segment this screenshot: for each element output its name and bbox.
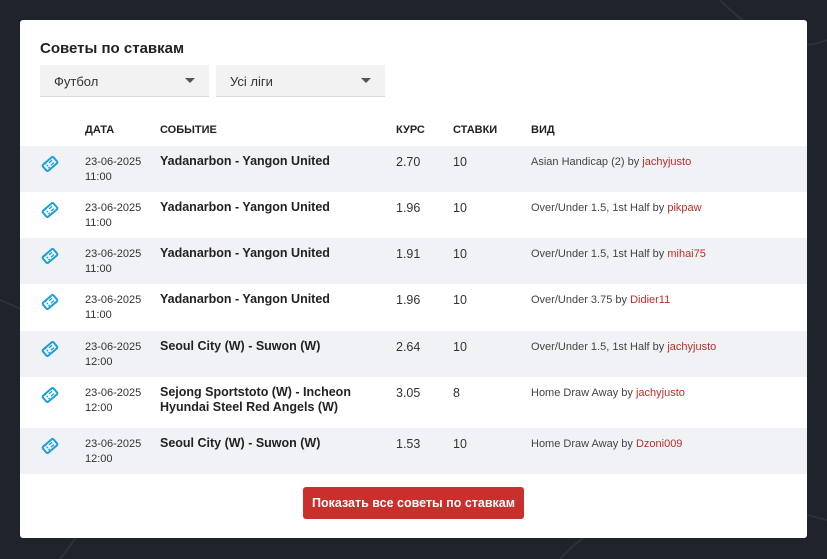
row-date: 23-06-2025 (85, 438, 142, 450)
betting-tips-widget: Советы по ставкам Футбол Усі ліги ДАТА С… (20, 20, 807, 538)
ticket-icon (40, 154, 60, 174)
ticket-icon (40, 339, 60, 359)
row-tip-text: Over/Under 1.5, 1st Half by (531, 341, 665, 353)
row-date: 23-06-2025 (85, 341, 142, 353)
table-row[interactable]: 23-06-2025 11:00 Yadanarbon - Yangon Unite… (20, 192, 807, 238)
row-bets: 10 (453, 247, 467, 261)
row-date: 23-06-2025 (85, 294, 142, 306)
row-datetime: 23-06-2025 12:00 (85, 437, 141, 467)
league-select[interactable]: Усі ліги (216, 65, 385, 97)
row-tip-text: Asian Handicap (2) by (531, 156, 640, 168)
row-tipster-link[interactable]: Didier11 (630, 294, 670, 306)
tips-table: 23-06-2025 11:00 Yadanarbon - Yangon Unite… (20, 146, 807, 474)
league-select-value: Усі ліги (230, 74, 273, 89)
row-tip-text: Home Draw Away by (531, 438, 633, 450)
row-tip-text: Over/Under 1.5, 1st Half by (531, 248, 665, 260)
row-tipster-link[interactable]: jachyjusto (642, 156, 691, 168)
row-tip: Over/Under 1.5, 1st Half by pikpaw (531, 202, 702, 214)
sport-select-value: Футбол (54, 74, 99, 89)
row-date: 23-06-2025 (85, 248, 142, 260)
row-datetime: 23-06-2025 11:00 (85, 293, 141, 323)
show-all-tips-button[interactable]: Показать все советы по ставкам (303, 487, 524, 519)
column-kind: ВИД (531, 124, 555, 136)
row-datetime: 23-06-2025 12:00 (85, 340, 141, 370)
row-bets: 10 (453, 340, 467, 354)
row-odds: 1.91 (396, 247, 421, 261)
column-bets: СТАВКИ (453, 124, 498, 136)
row-odds: 2.70 (396, 155, 421, 169)
row-tip: Home Draw Away by jachyjusto (531, 387, 685, 399)
table-header: ДАТА СОБЫТИЕ КУРС СТАВКИ ВИД (20, 124, 807, 144)
row-time: 11:00 (85, 217, 112, 229)
row-time: 12:00 (85, 402, 113, 414)
ticket-icon (40, 292, 60, 312)
column-date: ДАТА (85, 124, 115, 136)
row-tip: Over/Under 1.5, 1st Half by jachyjusto (531, 341, 716, 353)
row-time: 12:00 (85, 356, 113, 368)
ticket-icon (40, 200, 60, 220)
row-tip: Over/Under 1.5, 1st Half by mihai75 (531, 248, 706, 260)
row-bets: 10 (453, 293, 467, 307)
ticket-icon (40, 385, 60, 405)
row-tip-text: Over/Under 3.75 by (531, 294, 627, 306)
row-event[interactable]: Yadanarbon - Yangon United (160, 292, 380, 307)
row-odds: 2.64 (396, 340, 421, 354)
row-tipster-link[interactable]: jachyjusto (667, 341, 716, 353)
sport-select[interactable]: Футбол (40, 65, 209, 97)
row-event[interactable]: Seoul City (W) - Suwon (W) (160, 436, 380, 451)
row-tip: Home Draw Away by Dzoni009 (531, 438, 682, 450)
row-event[interactable]: Yadanarbon - Yangon United (160, 246, 380, 261)
row-bets: 10 (453, 201, 467, 215)
row-tip: Asian Handicap (2) by jachyjusto (531, 156, 691, 168)
row-odds: 1.53 (396, 437, 421, 451)
row-datetime: 23-06-2025 11:00 (85, 247, 141, 277)
row-bets: 10 (453, 437, 467, 451)
column-event: СОБЫТИЕ (160, 124, 217, 136)
row-tipster-link[interactable]: jachyjusto (636, 387, 685, 399)
row-time: 11:00 (85, 263, 112, 275)
row-odds: 1.96 (396, 293, 421, 307)
chevron-down-icon (185, 78, 195, 83)
table-row[interactable]: 23-06-2025 12:00 Seoul City (W) - Suwon (W… (20, 428, 807, 474)
row-tipster-link[interactable]: mihai75 (667, 248, 706, 260)
widget-title: Советы по ставкам (40, 40, 185, 57)
table-row[interactable]: 23-06-2025 12:00 Seoul City (W) - Suwon (W… (20, 331, 807, 377)
table-row[interactable]: 23-06-2025 11:00 Yadanarbon - Yangon Unite… (20, 146, 807, 192)
table-row[interactable]: 23-06-2025 11:00 Yadanarbon - Yangon Unite… (20, 238, 807, 284)
row-tip-text: Over/Under 1.5, 1st Half by (531, 202, 665, 214)
row-datetime: 23-06-2025 12:00 (85, 386, 141, 416)
row-time: 12:00 (85, 453, 113, 465)
row-event[interactable]: Seoul City (W) - Suwon (W) (160, 339, 380, 354)
row-event[interactable]: Yadanarbon - Yangon United (160, 154, 380, 169)
ticket-icon (40, 246, 60, 266)
row-tipster-link[interactable]: Dzoni009 (636, 438, 682, 450)
row-date: 23-06-2025 (85, 387, 142, 399)
row-datetime: 23-06-2025 11:00 (85, 201, 141, 231)
row-date: 23-06-2025 (85, 156, 142, 168)
table-row[interactable]: 23-06-2025 12:00 Sejong Sportstoto (W) - I… (20, 377, 807, 428)
row-tip-text: Home Draw Away by (531, 387, 633, 399)
row-event[interactable]: Yadanarbon - Yangon United (160, 200, 380, 215)
chevron-down-icon (361, 78, 371, 83)
ticket-icon (40, 436, 60, 456)
row-datetime: 23-06-2025 11:00 (85, 155, 141, 185)
row-time: 11:00 (85, 309, 112, 321)
row-odds: 1.96 (396, 201, 421, 215)
row-odds: 3.05 (396, 386, 421, 400)
column-odds: КУРС (396, 124, 425, 136)
row-tip: Over/Under 3.75 by Didier11 (531, 294, 670, 306)
row-event[interactable]: Sejong Sportstoto (W) - Incheon Hyundai … (160, 385, 380, 415)
row-time: 11:00 (85, 171, 112, 183)
row-tipster-link[interactable]: pikpaw (667, 202, 701, 214)
row-bets: 10 (453, 155, 467, 169)
table-row[interactable]: 23-06-2025 11:00 Yadanarbon - Yangon Unite… (20, 284, 807, 331)
row-date: 23-06-2025 (85, 202, 142, 214)
row-bets: 8 (453, 386, 460, 400)
